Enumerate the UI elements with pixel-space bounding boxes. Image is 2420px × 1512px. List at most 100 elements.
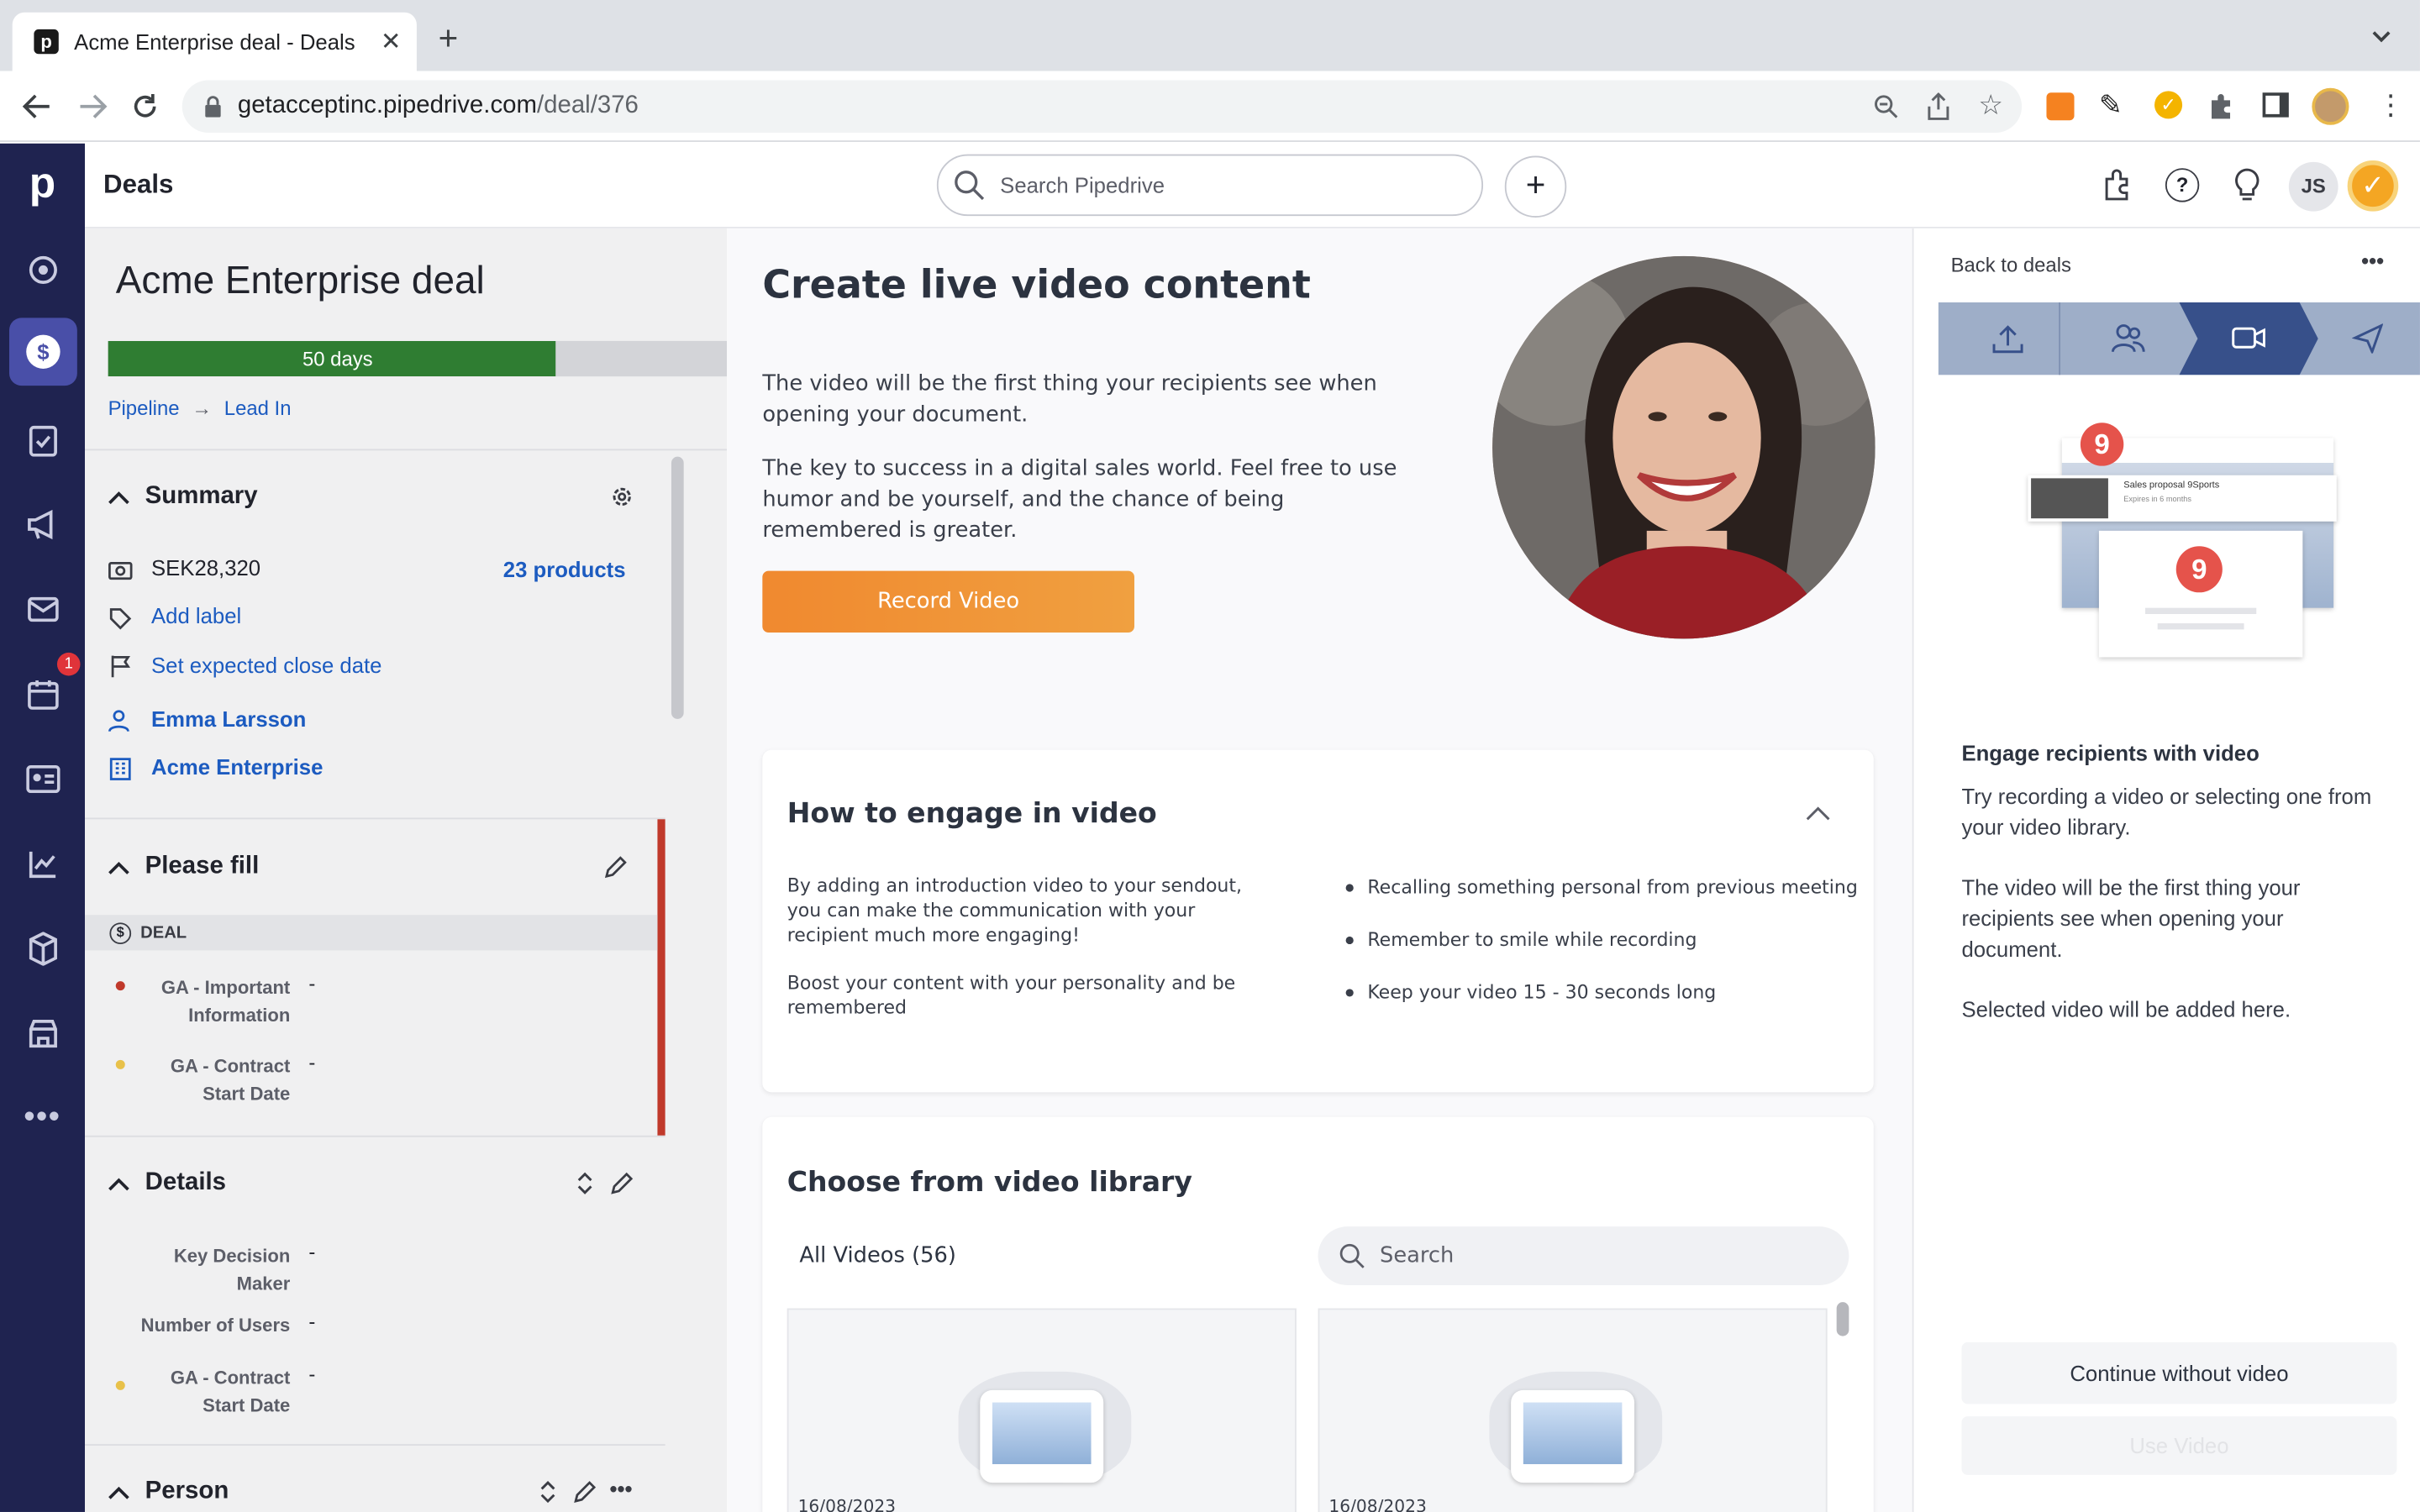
chevron-up-icon[interactable] [108, 491, 130, 506]
person-section: Person ••• [85, 1446, 666, 1512]
activities-clipboard-icon[interactable] [0, 409, 85, 470]
close-date-link[interactable]: Set expected close date [151, 653, 381, 677]
tab-list-chevron-icon[interactable] [2370, 24, 2392, 46]
engage-panel-text-3: Selected video will be added here. [1961, 996, 2291, 1021]
please-fill-title[interactable]: Please fill [145, 853, 260, 881]
marketplace-puzzle-icon[interactable] [2101, 168, 2134, 202]
expand-sort-icon[interactable] [574, 1171, 596, 1195]
video-heading: Create live video content [762, 262, 1311, 307]
panel-more-icon[interactable]: ••• [2361, 249, 2384, 273]
collapse-chevron-icon[interactable] [1806, 806, 1830, 821]
bullet-dot [1345, 989, 1354, 997]
field-value[interactable]: - [308, 1310, 315, 1333]
field-value[interactable]: - [308, 1362, 315, 1386]
field-label: GA - Important Information [160, 976, 291, 1026]
details-title[interactable]: Details [145, 1169, 226, 1197]
search-icon [1339, 1243, 1365, 1268]
field-value[interactable]: - [308, 972, 315, 995]
check-extension-icon[interactable]: ✓ [2154, 91, 2183, 119]
reload-icon[interactable] [129, 91, 160, 122]
document-preview-illustration: 9 Sales proposal 9Sports Expires in 6 mo… [2028, 423, 2337, 669]
edit-pencil-icon[interactable] [603, 855, 628, 879]
chevron-up-icon[interactable] [108, 861, 130, 876]
more-options-icon[interactable]: ••• [609, 1477, 632, 1501]
address-bar[interactable]: getacceptinc.pipedrive.com/deal/376 ☆ [182, 80, 2023, 133]
person-section-title[interactable]: Person [145, 1478, 229, 1506]
deal-title[interactable]: Acme Enterprise deal [116, 260, 485, 304]
engage-heading[interactable]: How to engage in video [787, 798, 1157, 831]
breadcrumb-pipeline[interactable]: Pipeline [108, 396, 180, 420]
products-link[interactable]: 23 products [503, 557, 626, 581]
expand-sort-icon[interactable] [537, 1479, 559, 1504]
field-label: Key Decision Maker [173, 1245, 291, 1294]
summary-title[interactable]: Summary [145, 483, 258, 511]
browser-tab[interactable]: p Acme Enterprise deal - Deals ✕ [12, 12, 417, 71]
deals-dollar-icon[interactable]: $ [9, 318, 77, 386]
chevron-up-icon[interactable] [108, 1486, 130, 1501]
video-preview-icon [980, 1389, 1104, 1483]
organization-link[interactable]: Acme Enterprise [151, 754, 323, 779]
zoom-icon[interactable] [1874, 94, 1898, 118]
stage-progress[interactable]: 50 days [108, 340, 728, 377]
side-panel-icon[interactable] [2262, 92, 2289, 118]
library-filter[interactable]: All Videos (56) [799, 1243, 955, 1268]
engage-text-1: By adding an introduction video to your … [786, 874, 1243, 946]
video-thumbnail[interactable] [1318, 1308, 1828, 1512]
field-value[interactable]: - [308, 1051, 315, 1074]
campaigns-megaphone-icon[interactable] [0, 494, 85, 555]
preview-subtitle: Expires in 6 months [2123, 495, 2191, 505]
tips-bulb-icon[interactable] [2233, 166, 2261, 203]
search-input[interactable]: Search Pipedrive [936, 154, 1484, 217]
getaccept-check-icon[interactable]: ✓ [2347, 160, 2399, 212]
person-link[interactable]: Emma Larsson [151, 706, 306, 731]
user-avatar[interactable]: JS [2288, 161, 2338, 212]
marketplace-store-icon[interactable] [0, 1003, 85, 1064]
field-value[interactable]: - [308, 1241, 315, 1264]
share-icon[interactable] [1926, 92, 1950, 120]
more-dots-icon[interactable]: ••• [0, 1086, 85, 1147]
chevron-up-icon[interactable] [108, 1177, 130, 1192]
edit-pencil-icon[interactable] [609, 1171, 634, 1195]
step-upload-icon[interactable] [1991, 324, 2024, 355]
library-search-input[interactable]: Search [1318, 1226, 1849, 1285]
sidebar-scrollbar[interactable] [671, 456, 684, 719]
summary-gear-icon[interactable] [609, 485, 634, 509]
breadcrumb-stage[interactable]: Lead In [224, 396, 292, 420]
step-recipients-icon[interactable] [2111, 323, 2145, 354]
video-content-area: Create live video content The video will… [727, 228, 1912, 1512]
contacts-card-icon[interactable] [0, 748, 85, 810]
video-thumbnail[interactable] [786, 1308, 1297, 1512]
insights-chart-icon[interactable] [0, 833, 85, 895]
field-label: GA - Contract Start Date [170, 1055, 291, 1105]
chrome-menu-icon[interactable]: ⋮ [2377, 88, 2405, 122]
leads-target-icon[interactable] [0, 239, 85, 301]
tab-close-icon[interactable]: ✕ [381, 26, 402, 57]
quick-add-button[interactable]: + [1504, 155, 1567, 218]
new-tab-icon[interactable]: + [439, 21, 459, 55]
stage-days: 50 days [302, 347, 373, 370]
help-icon[interactable]: ? [2165, 168, 2200, 202]
url-path: /deal/376 [536, 92, 639, 119]
extension-orange-icon[interactable] [2046, 92, 2075, 121]
sidebar-divider [85, 449, 728, 451]
products-box-icon[interactable] [0, 918, 85, 979]
back-to-deals-link[interactable]: Back to deals [1951, 253, 2071, 276]
mail-icon[interactable] [0, 579, 85, 640]
extensions-puzzle-icon[interactable] [2207, 92, 2234, 120]
record-video-button[interactable]: Record Video [762, 570, 1134, 633]
bookmark-star-icon[interactable]: ☆ [1978, 90, 2003, 123]
pen-extension-icon[interactable]: ✎ [2099, 90, 2123, 123]
url-domain: getacceptinc.pipedrive.com [237, 92, 537, 119]
continue-without-video-button[interactable]: Continue without video [1961, 1341, 2397, 1404]
use-video-button[interactable]: Use Video [1961, 1416, 2397, 1475]
deal-amount[interactable]: SEK28,320 [151, 555, 260, 580]
edit-pencil-icon[interactable] [572, 1479, 597, 1504]
add-label-link[interactable]: Add label [151, 603, 241, 627]
profile-avatar-icon[interactable] [2312, 87, 2349, 125]
field-dot [115, 981, 125, 991]
forward-arrow-icon[interactable] [77, 92, 108, 120]
back-arrow-icon[interactable] [22, 92, 53, 120]
pipedrive-logo[interactable]: p [0, 153, 85, 214]
library-scrollbar[interactable] [1836, 1302, 1849, 1336]
step-send-icon[interactable] [2352, 323, 2383, 354]
